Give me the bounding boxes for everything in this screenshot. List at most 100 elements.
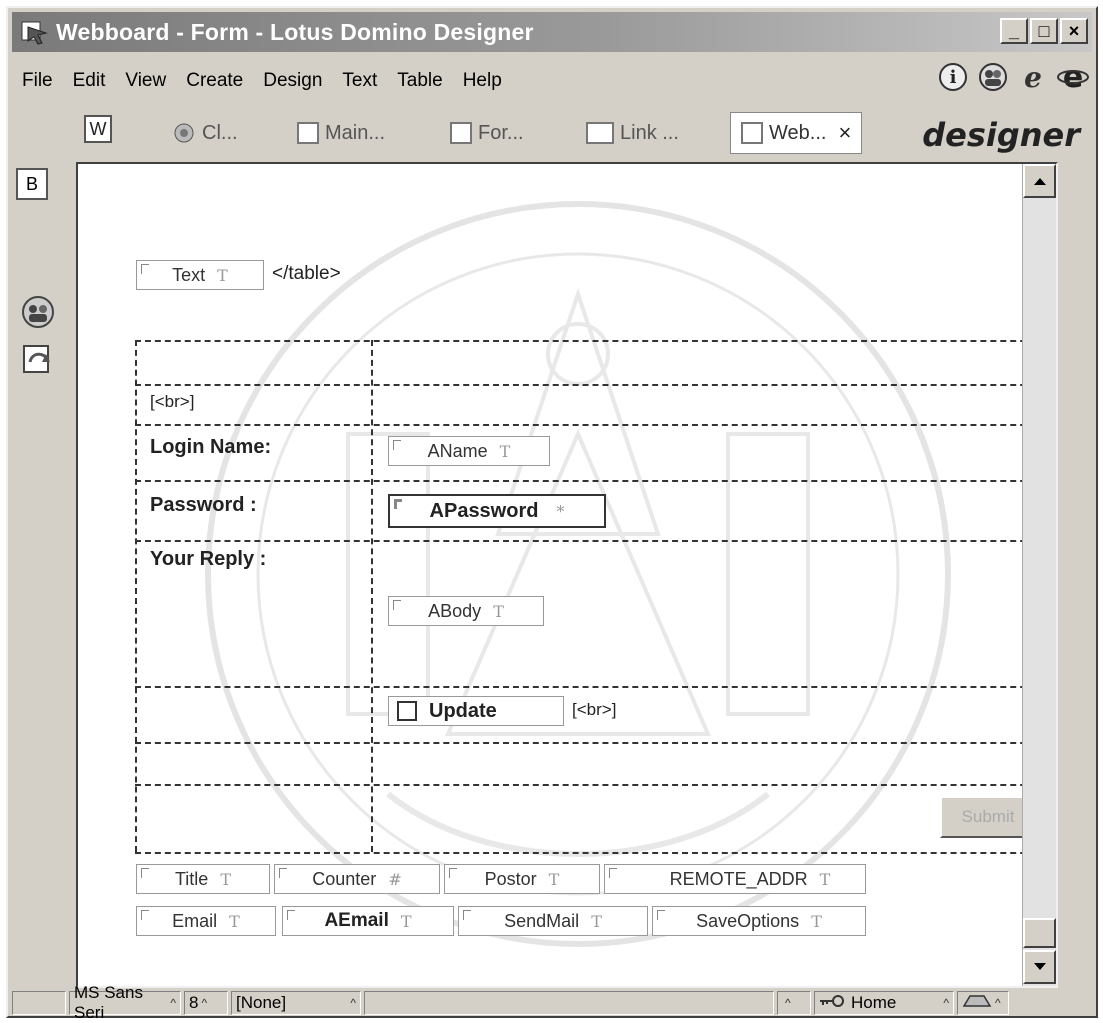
workspace-tab[interactable]: W — [84, 108, 112, 150]
tab-for[interactable]: For... — [450, 112, 524, 154]
form-design-pane[interactable]: Text T </table> [<br>] Login Name: AName… — [76, 162, 1058, 988]
mail-status-cell[interactable]: ^ — [957, 991, 1009, 1015]
text-type-icon: T — [819, 869, 831, 889]
table-border — [135, 742, 1056, 744]
designer-window: Webboard - Form - Lotus Domino Designer … — [6, 6, 1098, 1022]
email-field-name: Email — [172, 910, 218, 931]
caret-up-icon: ^ — [785, 996, 791, 1010]
maximize-button[interactable]: □ — [1030, 18, 1058, 44]
arrow-down-icon — [1033, 963, 1046, 970]
people-bookmark-icon[interactable] — [16, 292, 60, 332]
title-bar[interactable]: Webboard - Form - Lotus Domino Designer … — [12, 12, 1092, 52]
font-size-selector[interactable]: 8 ^ — [184, 991, 228, 1015]
counter-field-name: Counter — [312, 868, 377, 889]
table-border — [371, 340, 373, 852]
location-value: Home — [851, 993, 897, 1012]
update-checkbox-field[interactable]: Update — [388, 696, 564, 726]
login-name-label: Login Name: — [150, 436, 272, 458]
text-type-icon: T — [591, 911, 602, 931]
update-label: Update — [429, 699, 497, 722]
text-type-icon: T — [499, 441, 511, 461]
tab-cl-label: Cl... — [202, 121, 238, 144]
text-type-icon: T — [548, 869, 560, 889]
font-name-selector[interactable]: MS Sans Seri ^ — [69, 983, 181, 1022]
email-field[interactable]: Email T — [136, 906, 276, 936]
menu-create[interactable]: Create — [176, 70, 253, 92]
counter-field[interactable]: Counter # — [274, 864, 440, 894]
workspace-w-icon: W — [84, 115, 112, 143]
style-value: [None] — [236, 993, 287, 1012]
svg-text:i: i — [950, 67, 957, 88]
caret-up-icon: ^ — [350, 996, 356, 1010]
apassword-field[interactable]: APassword * — [388, 494, 606, 528]
table-border — [135, 340, 1056, 342]
remote-addr-field[interactable]: REMOTE_ADDR T — [604, 864, 866, 894]
abody-field[interactable]: ABody T — [388, 596, 544, 626]
field-corner — [394, 499, 402, 509]
aname-field[interactable]: AName T — [388, 436, 550, 466]
app-icon — [20, 19, 50, 45]
tab-webboard[interactable]: Web... × — [730, 112, 863, 154]
menu-help[interactable]: Help — [453, 70, 512, 92]
menu-bar: File Edit View Create Design Text Table … — [12, 66, 512, 96]
table-border — [135, 784, 1056, 786]
saveoptions-field[interactable]: SaveOptions T — [652, 906, 866, 936]
postor-field[interactable]: Postor T — [444, 864, 600, 894]
checkbox-icon[interactable] — [397, 701, 417, 721]
text-field-name: Text — [172, 264, 206, 285]
tab-link[interactable]: Link ... — [586, 112, 679, 154]
tab-cl[interactable]: Cl... — [172, 112, 238, 154]
location-selector[interactable]: Home ^ — [814, 991, 954, 1015]
menu-table[interactable]: Table — [387, 70, 452, 92]
aemail-field-name: AEmail — [324, 910, 389, 931]
bookmark-b-icon[interactable]: B — [16, 168, 48, 200]
minimize-button[interactable]: _ — [1000, 18, 1028, 44]
scroll-down-button[interactable] — [1023, 950, 1056, 984]
designer-logo: designer — [922, 116, 1080, 154]
tab-close-icon[interactable]: × — [838, 120, 851, 146]
remote-addr-field-name: REMOTE_ADDR — [669, 868, 808, 889]
key-icon — [819, 993, 845, 1013]
menu-design[interactable]: Design — [253, 70, 332, 92]
style-selector[interactable]: [None] ^ — [231, 991, 361, 1015]
vertical-scrollbar[interactable] — [1022, 164, 1056, 986]
designer-e-icon[interactable]: e — [1016, 60, 1050, 94]
form-icon — [450, 122, 472, 144]
tab-link-label: Link ... — [620, 121, 679, 144]
tab-for-label: For... — [478, 121, 524, 144]
text-type-icon: T — [229, 911, 240, 931]
window-tab-row: W Cl... Main... For... Link ... Web... ×… — [12, 106, 1092, 162]
scroll-thumb[interactable] — [1023, 918, 1056, 948]
text-field[interactable]: Text T — [136, 260, 264, 290]
menu-text[interactable]: Text — [332, 70, 387, 92]
menu-edit[interactable]: Edit — [63, 70, 116, 92]
aemail-field[interactable]: AEmail T — [282, 906, 454, 936]
close-button[interactable]: × — [1060, 18, 1088, 44]
menu-view[interactable]: View — [115, 70, 176, 92]
bookmark-sidebar: B — [12, 162, 72, 982]
password-type-icon: * — [556, 501, 565, 521]
people-icon[interactable] — [976, 60, 1010, 94]
menu-file[interactable]: File — [12, 70, 63, 92]
database-icon — [172, 121, 196, 145]
info-icon[interactable]: i — [936, 60, 970, 94]
status-bar: MS Sans Seri ^ 8 ^ [None] ^ ^ Home ^ ^ — [12, 983, 1092, 1022]
replication-bookmark-icon[interactable] — [16, 338, 60, 378]
field-corner — [141, 910, 149, 920]
status-caret-cell[interactable]: ^ — [777, 991, 811, 1015]
text-type-icon: T — [811, 911, 822, 931]
tab-main[interactable]: Main... — [297, 112, 385, 154]
sendmail-field[interactable]: SendMail T — [458, 906, 648, 936]
browser-e-icon[interactable]: e — [1056, 60, 1090, 94]
text-type-icon: T — [217, 265, 228, 285]
field-corner — [141, 264, 149, 274]
table-border — [135, 852, 1056, 854]
table-border — [135, 686, 1056, 688]
field-corner — [279, 868, 287, 878]
title-field[interactable]: Title T — [136, 864, 270, 894]
inbox-icon — [962, 992, 992, 1015]
apassword-field-name: APassword — [429, 499, 539, 522]
scroll-up-button[interactable] — [1023, 164, 1056, 198]
window-title: Webboard - Form - Lotus Domino Designer — [56, 18, 534, 45]
table-border — [135, 540, 1056, 542]
